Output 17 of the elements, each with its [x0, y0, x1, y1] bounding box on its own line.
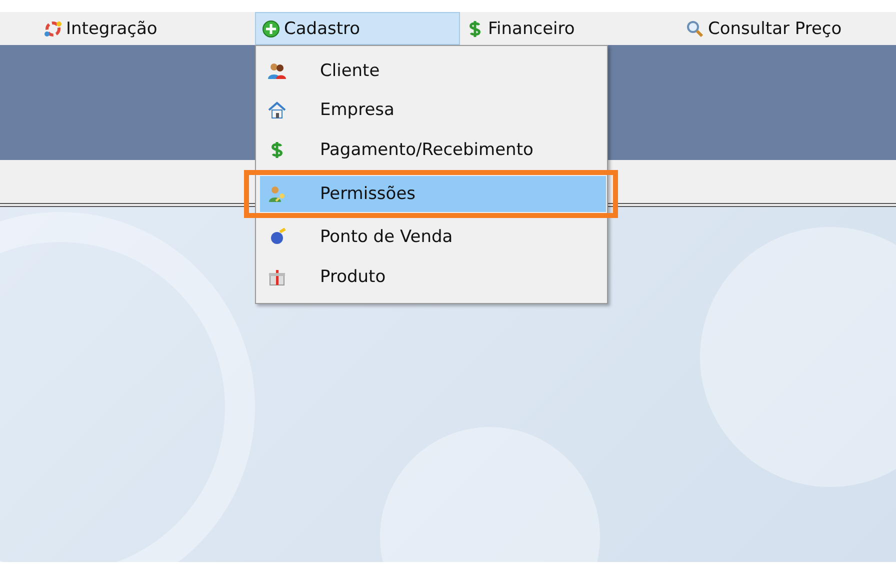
plus-icon [262, 20, 280, 38]
menu-item[interactable]: Integração [38, 12, 255, 45]
user-key-icon [268, 184, 286, 202]
people-icon [268, 62, 286, 80]
dropdown-item[interactable]: Cliente [260, 51, 603, 90]
gift-icon [268, 268, 286, 286]
menu-item[interactable]: Financeiro [460, 12, 680, 45]
cycle-icon [44, 20, 62, 38]
dropdown-item[interactable]: Pagamento/Recebimento [260, 130, 603, 170]
dropdown-item[interactable]: Empresa [260, 90, 603, 130]
dropdown-item[interactable]: Ponto de Venda [260, 218, 603, 257]
house-icon [268, 101, 286, 120]
search-icon [686, 20, 704, 38]
dropdown-item[interactable]: Permissões [260, 176, 606, 212]
dropdown-item[interactable]: Produto [260, 257, 603, 296]
menu-item[interactable]: Cadastro [255, 12, 460, 45]
menu-item[interactable]: Consultar Preço [680, 12, 848, 45]
